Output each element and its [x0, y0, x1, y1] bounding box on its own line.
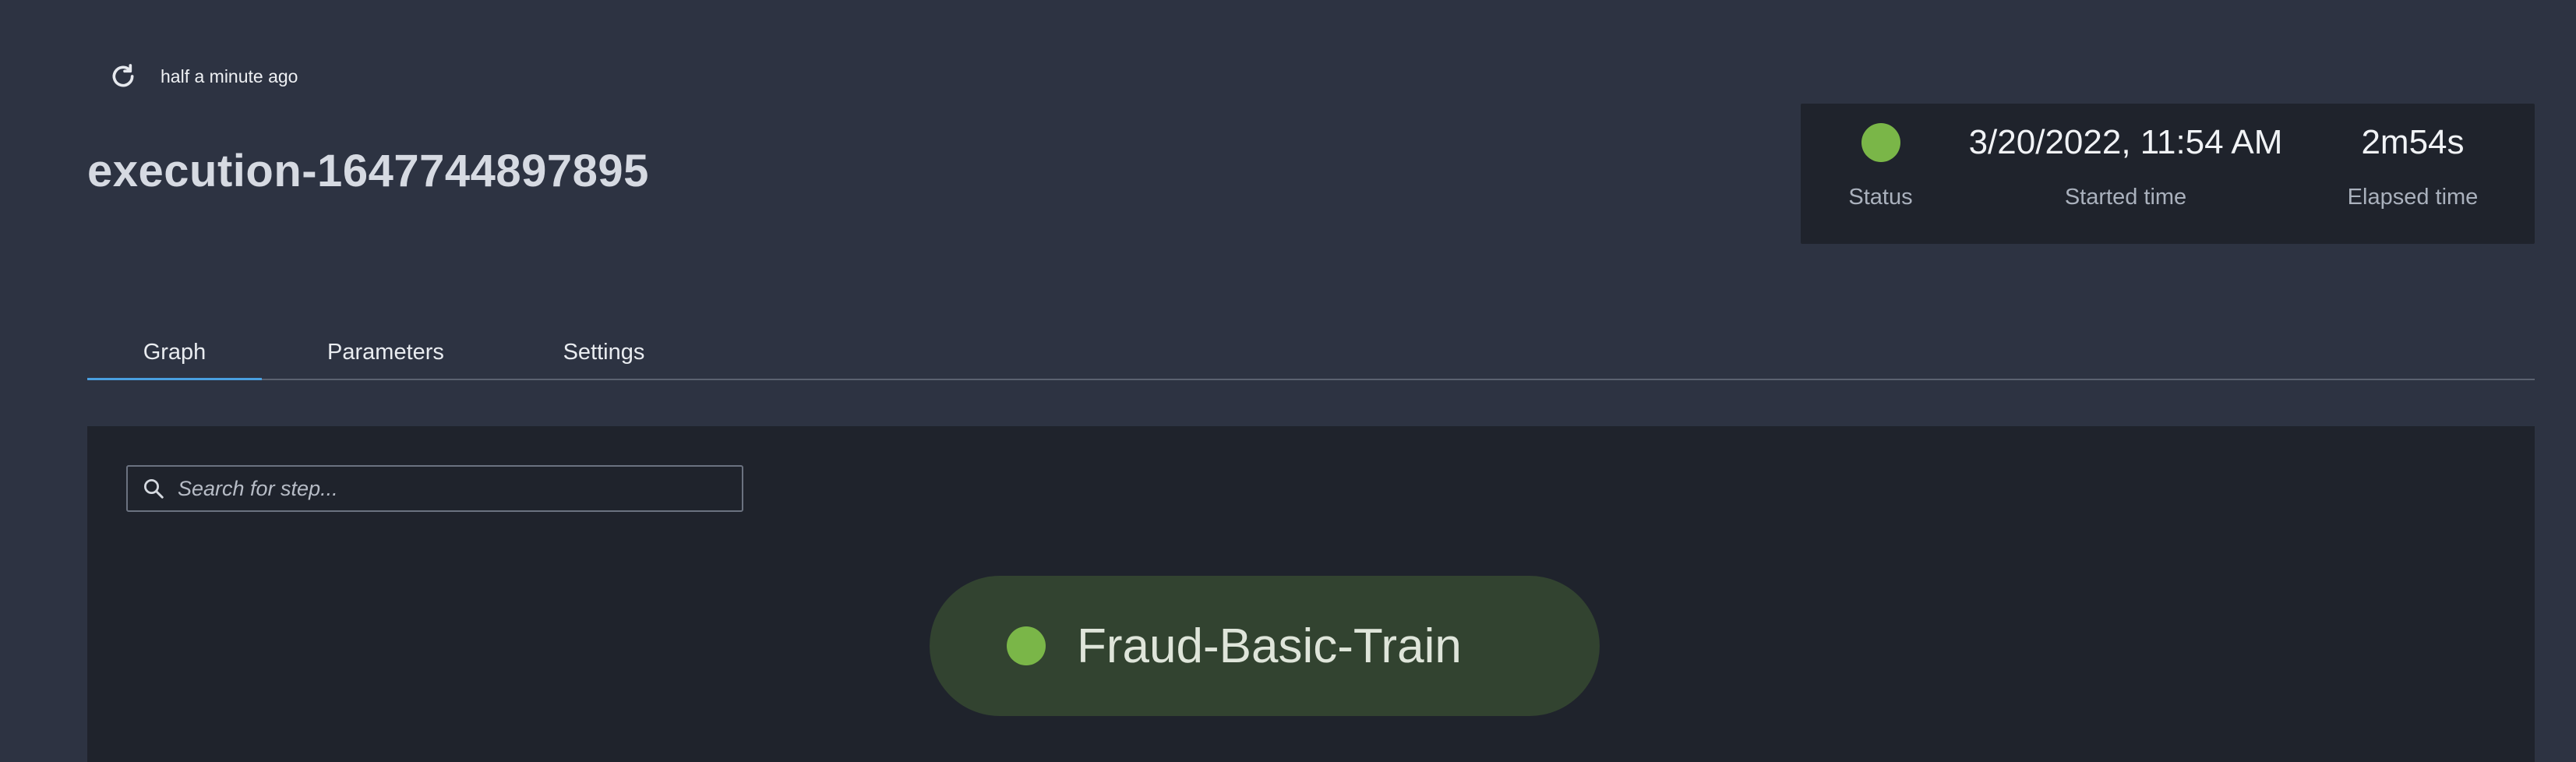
search-icon	[144, 479, 164, 499]
tab-graph[interactable]: Graph	[87, 326, 262, 380]
refresh-control: half a minute ago	[108, 61, 298, 92]
last-refreshed-text: half a minute ago	[161, 65, 298, 86]
started-time-label: Started time	[2064, 185, 2187, 210]
step-status-dot	[1007, 626, 1046, 665]
tab-settings[interactable]: Settings	[522, 326, 686, 379]
step-search-input[interactable]	[165, 466, 742, 511]
started-time-column: 3/20/2022, 11:54 AM Started time	[1960, 104, 2291, 244]
graph-panel: Fraud-Basic-Train	[87, 426, 2535, 762]
started-time-value: 3/20/2022, 11:54 AM	[1968, 123, 2283, 161]
elapsed-time-column: 2m54s Elapsed time	[2291, 104, 2535, 244]
elapsed-time-value: 2m54s	[2361, 123, 2465, 161]
status-label: Status	[1848, 185, 1913, 210]
status-column: Status	[1801, 104, 1960, 244]
elapsed-time-label: Elapsed time	[2347, 185, 2479, 210]
execution-page: half a minute ago execution-164774489789…	[0, 0, 2576, 762]
step-search-box	[126, 465, 743, 512]
tab-bar: Graph Parameters Settings	[87, 326, 2535, 380]
status-indicator-dot	[1861, 123, 1900, 162]
page-title: execution-1647744897895	[87, 146, 649, 196]
execution-summary: Status 3/20/2022, 11:54 AM Started time …	[1801, 104, 2535, 244]
refresh-icon[interactable]	[108, 61, 139, 92]
step-node[interactable]: Fraud-Basic-Train	[930, 576, 1600, 716]
tab-parameters[interactable]: Parameters	[284, 326, 487, 379]
step-name: Fraud-Basic-Train	[1077, 619, 1462, 673]
